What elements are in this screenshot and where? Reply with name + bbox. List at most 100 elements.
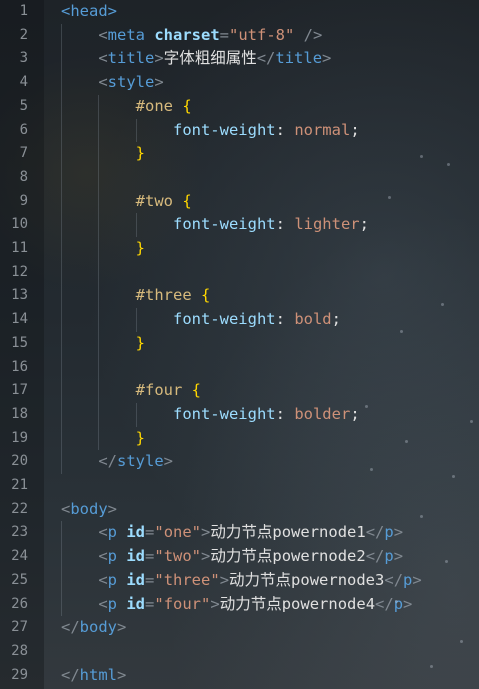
token-punc: > [210, 594, 220, 613]
line-number: 22 [11, 500, 28, 517]
code-line[interactable]: 9 #two { [0, 190, 479, 214]
code-line[interactable]: 25 <p id="three">动力节点powernode3</p> [0, 569, 479, 593]
background-speck [395, 600, 398, 603]
background-speck [420, 515, 423, 518]
token-brace: } [135, 239, 145, 257]
token-punc: </ [98, 452, 117, 471]
token-punc: </ [365, 523, 385, 542]
code-line[interactable]: 19 } [0, 427, 479, 451]
background-speck [400, 330, 403, 333]
indent-guide [135, 118, 137, 143]
code-line[interactable]: 27 </body> [0, 616, 479, 640]
token-punc: < [98, 49, 108, 68]
indent-guide [135, 213, 137, 237]
code-text: } [61, 237, 145, 261]
token-val: bold [294, 310, 332, 329]
line-number: 26 [11, 595, 28, 612]
line-number: 24 [11, 548, 28, 565]
code-line[interactable]: 7 } [0, 142, 479, 166]
code-line[interactable]: 16 [0, 356, 479, 380]
code-text: #three { [61, 284, 211, 308]
token-txt: : [275, 215, 295, 234]
code-text: #one { [61, 95, 192, 119]
code-line[interactable]: 28 [0, 640, 479, 664]
line-number: 17 [11, 382, 28, 399]
token-punc: = [145, 523, 155, 542]
token-punc: > [403, 594, 413, 613]
token-punc: < [98, 594, 108, 613]
code-text: <style> [61, 71, 163, 95]
code-line[interactable]: 11 } [0, 237, 479, 261]
code-line[interactable]: 26 <p id="four">动力节点powernode4</p> [0, 593, 479, 617]
token-tag: p [107, 523, 127, 542]
code-line[interactable]: 14 font-weight: bold; [0, 308, 479, 332]
token-prop: font-weight [172, 404, 276, 423]
code-text: font-weight: bold; [61, 308, 341, 332]
code-editor[interactable]: 1 <head> 2 <meta charset="utf-8" /> 3 <titl… [0, 0, 479, 689]
line-number: 23 [11, 524, 28, 541]
line-number: 3 [19, 50, 28, 67]
token-punc: </ [384, 570, 404, 589]
token-str: "four" [154, 594, 211, 613]
code-text: #two { [61, 190, 192, 214]
code-line[interactable]: 13 #three { [0, 284, 479, 308]
token-punc: = [145, 547, 155, 566]
token-tag: <head> [61, 2, 117, 20]
code-text: <meta charset="utf-8" /> [61, 24, 322, 48]
token-punc: > [117, 665, 127, 684]
token-val: normal [294, 120, 351, 139]
code-line[interactable]: 6 font-weight: normal; [0, 119, 479, 143]
code-line[interactable]: 21 [0, 474, 479, 498]
code-line[interactable]: 23 <p id="one">动力节点powernode1</p> [0, 521, 479, 545]
token-punc: > [219, 570, 230, 589]
code-line[interactable]: 29 </html> [0, 664, 479, 688]
line-number: 5 [19, 97, 28, 114]
code-line[interactable]: 24 <p id="two">动力节点powernode2</p> [0, 545, 479, 569]
line-number: 10 [11, 216, 28, 233]
token-punc: = [145, 570, 155, 589]
token-sp [61, 49, 98, 67]
token-punc: > [393, 547, 404, 566]
code-line[interactable]: 12 [0, 261, 479, 285]
token-txt: ; [350, 404, 360, 423]
line-number: 20 [11, 453, 28, 470]
background-speck [388, 196, 391, 199]
code-line[interactable]: 18 font-weight: bolder; [0, 403, 479, 427]
code-line[interactable]: 5 #one { [0, 95, 479, 119]
line-number: 2 [19, 26, 28, 43]
token-punc: < [98, 523, 108, 542]
token-attr: id [126, 523, 146, 542]
code-line[interactable]: 22 <body> [0, 498, 479, 522]
code-line[interactable]: 2 <meta charset="utf-8" /> [0, 24, 479, 48]
token-punc: </ [61, 618, 80, 637]
code-text: font-weight: normal; [61, 119, 360, 143]
token-brace: { [182, 191, 192, 210]
token-punc: </ [256, 49, 276, 68]
code-line[interactable]: 8 [0, 166, 479, 190]
code-line[interactable]: 3 <title>字体粗细属性</title> [0, 47, 479, 71]
token-punc: > [107, 499, 118, 518]
background-speck [470, 420, 473, 423]
token-sp [61, 310, 173, 328]
token-str: "two" [154, 547, 202, 566]
code-line[interactable]: 17 #four { [0, 379, 479, 403]
code-line[interactable]: 20 </style> [0, 450, 479, 474]
code-line[interactable]: 4 <style> [0, 71, 479, 95]
background-speck [430, 665, 433, 668]
code-text: } [61, 427, 145, 451]
code-line[interactable]: 15 } [0, 332, 479, 356]
line-number: 9 [19, 192, 28, 209]
token-sp [61, 26, 98, 44]
token-punc: < [61, 499, 71, 518]
token-txt: ; [350, 120, 360, 139]
token-attr: id [126, 570, 146, 589]
background-speck [447, 163, 450, 166]
token-sp [61, 215, 173, 233]
code-line[interactable]: 1 <head> [0, 0, 479, 24]
token-punc: > [201, 547, 211, 566]
line-number: 16 [11, 358, 28, 375]
code-text: font-weight: lighter; [61, 213, 369, 237]
code-line[interactable]: 10 font-weight: lighter; [0, 213, 479, 237]
background-speck [405, 440, 408, 443]
token-attr: id [126, 594, 146, 613]
